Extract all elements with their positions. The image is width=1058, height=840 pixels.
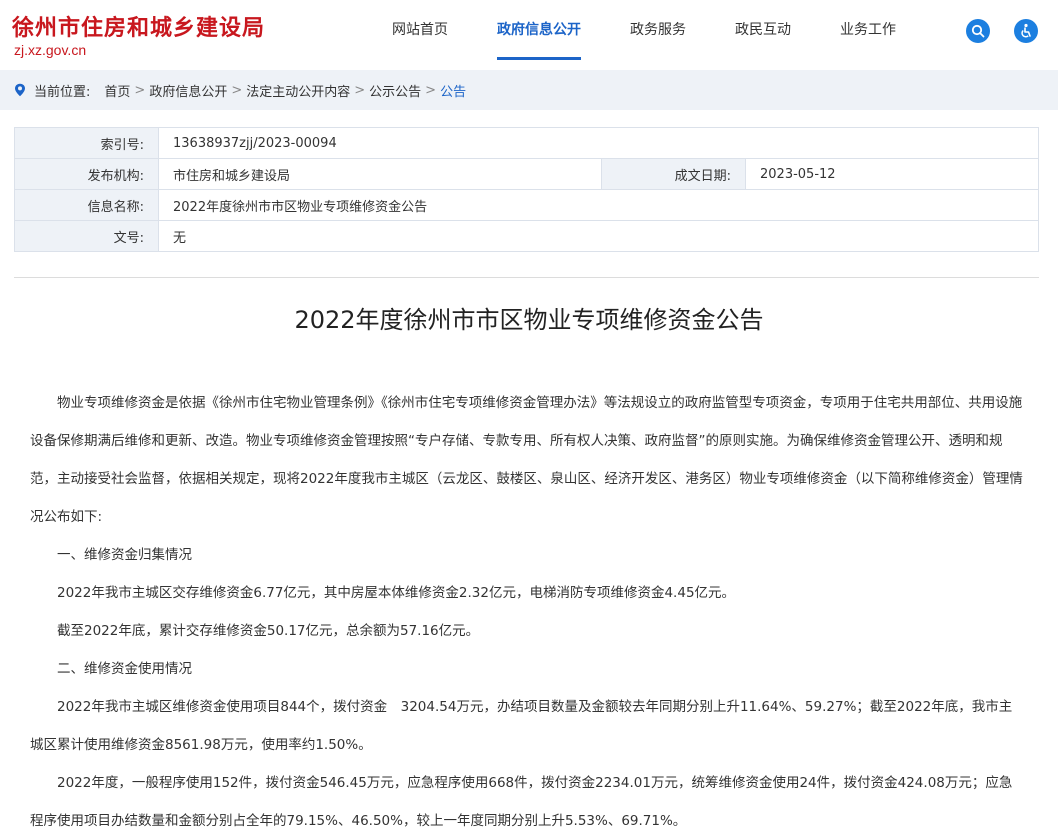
site-header: 徐州市住房和城乡建设局 zj.xz.gov.cn 网站首页 政府信息公开 政务服…: [0, 0, 1058, 70]
nav-interaction[interactable]: 政民互动: [735, 0, 791, 60]
index-label: 索引号:: [14, 127, 159, 159]
docno-value: 无: [158, 220, 1039, 252]
paragraph: 截至2022年底，累计交存维修资金50.17亿元，总余额为57.16亿元。: [57, 623, 480, 639]
breadcrumb-separator: >: [231, 82, 243, 98]
paragraph: 2022年我市主城区交存维修资金6.77亿元，其中房屋本体维修资金2.32亿元，…: [57, 585, 736, 601]
nav-gov-info[interactable]: 政府信息公开: [497, 0, 581, 60]
paragraph: 物业专项维修资金是依据《徐州市住宅物业管理条例》《徐州市住宅专项维修资金管理办法…: [30, 395, 1023, 525]
nav-home[interactable]: 网站首页: [392, 0, 448, 60]
divider: [14, 277, 1039, 278]
publisher-value: 市住房和城乡建设局: [158, 158, 602, 190]
article-body: 物业专项维修资金是依据《徐州市住宅物业管理条例》《徐州市住宅专项维修资金管理办法…: [30, 384, 1025, 840]
date-label: 成文日期:: [601, 158, 746, 190]
section-heading: 一、维修资金归集情况: [57, 547, 192, 563]
publisher-label: 发布机构:: [14, 158, 159, 190]
breadcrumb-separator: >: [134, 82, 146, 98]
site-domain[interactable]: zj.xz.gov.cn: [14, 42, 86, 58]
search-icon[interactable]: [966, 19, 990, 43]
breadcrumb-item-gov-info[interactable]: 政府信息公开: [149, 81, 227, 100]
breadcrumb-prefix: 当前位置:: [34, 84, 91, 100]
breadcrumb-item-statutory[interactable]: 法定主动公开内容: [246, 81, 350, 100]
breadcrumb-item-home[interactable]: 首页: [104, 81, 130, 100]
date-value: 2023-05-12: [745, 158, 1039, 190]
info-row-publisher: 发布机构: 市住房和城乡建设局 成文日期: 2023-05-12: [14, 158, 1039, 190]
location-pin-icon: [14, 83, 26, 97]
accessibility-icon[interactable]: [1014, 19, 1038, 43]
info-row-docno: 文号: 无: [14, 220, 1039, 252]
index-value: 13638937zjj/2023-00094: [158, 127, 1039, 159]
site-title[interactable]: 徐州市住房和城乡建设局: [12, 10, 265, 42]
breadcrumb-item-current[interactable]: 公告: [440, 81, 466, 100]
info-name-label: 信息名称:: [14, 189, 159, 221]
breadcrumb-separator: >: [354, 82, 366, 98]
paragraph: 2022年我市主城区维修资金使用项目844个，拨付资金 3204.54万元，办结…: [30, 699, 1013, 753]
section-heading: 二、维修资金使用情况: [57, 661, 192, 677]
main-nav: 网站首页 政府信息公开 政务服务 政民互动 业务工作: [392, 0, 945, 70]
breadcrumb: 当前位置: 首页 > 政府信息公开 > 法定主动公开内容 > 公示公告 > 公告: [0, 70, 1058, 110]
nav-business[interactable]: 业务工作: [840, 0, 896, 60]
info-row-name: 信息名称: 2022年度徐州市市区物业专项维修资金公告: [14, 189, 1039, 221]
article-title: 2022年度徐州市市区物业专项维修资金公告: [294, 306, 764, 334]
docno-label: 文号:: [14, 220, 159, 252]
breadcrumb-separator: >: [425, 82, 437, 98]
breadcrumb-item-notices[interactable]: 公示公告: [369, 81, 421, 100]
info-row-index: 索引号: 13638937zjj/2023-00094: [14, 127, 1039, 159]
info-name-value: 2022年度徐州市市区物业专项维修资金公告: [158, 189, 1039, 221]
document-info-table: 索引号: 13638937zjj/2023-00094 发布机构: 市住房和城乡…: [14, 127, 1039, 252]
nav-services[interactable]: 政务服务: [630, 0, 686, 60]
paragraph: 2022年度，一般程序使用152件，拨付资金546.45万元，应急程序使用668…: [30, 775, 1013, 829]
